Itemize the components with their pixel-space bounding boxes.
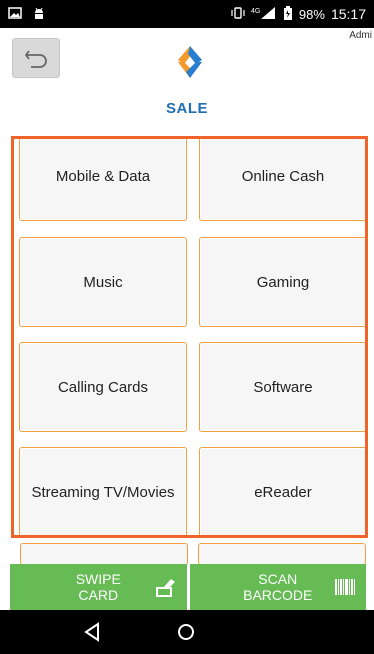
category-streaming[interactable]: Streaming TV/Movies [19, 447, 187, 535]
user-label: Admi [349, 30, 372, 41]
category-grid: Mobile & Data Online Cash Music Gaming C… [11, 136, 368, 538]
category-ereader[interactable]: eReader [199, 447, 365, 535]
svg-text:4G: 4G [251, 8, 260, 15]
category-gaming[interactable]: Gaming [199, 237, 365, 327]
category-peek-left[interactable] [20, 543, 188, 565]
category-calling-cards[interactable]: Calling Cards [19, 342, 187, 432]
nav-home-icon[interactable] [174, 620, 198, 644]
category-peek-right[interactable] [198, 543, 366, 565]
back-arrow-icon [24, 50, 47, 68]
brand-logo [168, 42, 212, 82]
nav-back-icon[interactable] [80, 620, 104, 644]
back-button[interactable] [12, 38, 60, 78]
category-mobile-data[interactable]: Mobile & Data [19, 139, 187, 221]
swipe-card-button[interactable]: SWIPE CARD [10, 564, 187, 610]
category-software[interactable]: Software [199, 342, 365, 432]
scan-barcode-button[interactable]: SCAN BARCODE [186, 564, 366, 610]
vibrate-icon [231, 6, 245, 22]
card-swipe-icon [155, 579, 175, 597]
page-title: SALE [165, 100, 208, 117]
android-icon [32, 6, 46, 23]
battery-percent: 98% [298, 6, 325, 22]
status-bar: 4G 98% 15:17 [0, 0, 374, 28]
barcode-icon [335, 579, 355, 595]
signal-icon: 4G [251, 6, 277, 23]
system-nav-bar [0, 610, 374, 654]
category-online-cash[interactable]: Online Cash [199, 139, 365, 221]
action-bar: SWIPE CARD SCAN BARCODE [0, 564, 374, 610]
category-music[interactable]: Music [19, 237, 187, 327]
battery-icon [283, 5, 293, 23]
clock: 15:17 [330, 6, 366, 22]
gallery-icon [8, 6, 22, 22]
